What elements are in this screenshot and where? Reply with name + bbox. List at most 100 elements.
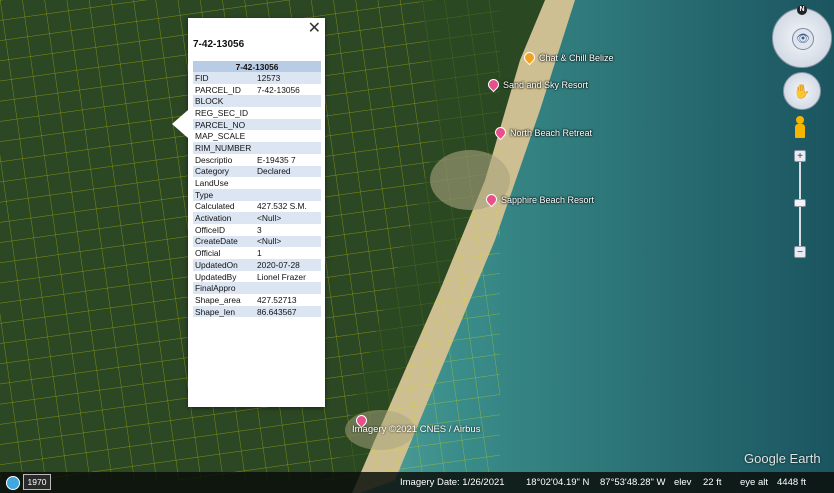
attribute-key: Shape_area xyxy=(195,294,241,305)
pink-pin-icon[interactable] xyxy=(485,76,502,93)
table-row: Category Declared xyxy=(193,165,321,178)
attribute-key: LandUse xyxy=(195,178,229,189)
parcel-info-popup: ✕ 7-42-13056 7-42-13056 FID 12573 PARCEL_I… xyxy=(172,18,325,407)
attribute-value: 1 xyxy=(257,248,262,259)
attribute-value xyxy=(255,95,321,108)
attribute-key: UpdatedOn xyxy=(193,259,255,271)
table-header: 7-42-13056 xyxy=(193,61,321,72)
zoom-slider[interactable]: + − xyxy=(794,150,806,258)
attribute-key: Shape_len xyxy=(193,305,255,318)
table-row: Descriptio E-19435 7 xyxy=(193,154,321,166)
attribute-value xyxy=(255,107,321,119)
table-row: PARCEL_NO xyxy=(193,118,321,131)
table-row: OfficeID 3 xyxy=(193,224,321,236)
attribute-value xyxy=(255,130,321,142)
pink-pin-icon[interactable] xyxy=(483,191,500,208)
attribute-key: Type xyxy=(193,188,255,201)
attribute-key: PARCEL_NO xyxy=(193,118,255,131)
attribute-value: 2020-07-28 xyxy=(255,259,321,271)
historical-imagery-icon[interactable] xyxy=(6,476,20,490)
place-marker[interactable]: Sand and Sky Resort xyxy=(485,76,588,93)
attribute-value: 7-42-13056 xyxy=(257,84,300,95)
popup-pointer xyxy=(172,110,188,138)
latitude: 18°02'04.19" N xyxy=(526,477,590,488)
longitude: 87°53'48.28" W xyxy=(600,477,666,488)
table-row: Activation <Null> xyxy=(193,212,321,224)
attribute-value: 427.532 S.M. xyxy=(257,201,307,212)
attribute-key: Descriptio xyxy=(195,154,233,165)
satellite-map[interactable] xyxy=(0,0,834,493)
attribute-key: OfficeID xyxy=(195,224,226,235)
pegman-icon[interactable] xyxy=(795,116,805,138)
table-row: Shape_len 86.643567 xyxy=(193,305,321,318)
attribute-value: Lionel Frazer xyxy=(257,271,306,282)
attribute-key: UpdatedBy xyxy=(195,271,237,282)
table-row: MAP_SCALE xyxy=(193,130,321,142)
google-earth-logo: Google Earth xyxy=(744,451,821,466)
place-marker[interactable]: Chat & Chill Belize xyxy=(521,49,614,66)
table-row: Shape_area 427.52713 xyxy=(193,294,321,306)
attribute-value: 427.52713 xyxy=(257,294,297,305)
attribute-value xyxy=(255,188,321,201)
attribute-key: REG_SEC_ID xyxy=(195,107,249,118)
zoom-in-button[interactable]: + xyxy=(794,150,806,162)
table-row: RIM_NUMBER xyxy=(193,142,321,154)
attribute-value xyxy=(255,282,321,295)
attribute-key: FID xyxy=(193,72,255,84)
attribute-value xyxy=(255,118,321,131)
imagery-date: Imagery Date: 1/26/2021 xyxy=(400,477,505,488)
place-marker[interactable]: Sapphire Beach Resort xyxy=(483,191,594,208)
eye-altitude: 4448 ft xyxy=(777,477,807,488)
pink-pin-icon[interactable] xyxy=(492,124,509,141)
attribute-key: Category xyxy=(193,165,255,178)
place-label[interactable]: Sapphire Beach Resort xyxy=(501,195,594,205)
elevation: 22 ft xyxy=(703,477,722,488)
popup-title: 7-42-13056 xyxy=(193,39,245,50)
table-row: Calculated 427.532 S.M. xyxy=(193,201,321,213)
table-row: FinalAppro xyxy=(193,282,321,295)
attribute-key: FinalAppro xyxy=(193,282,255,295)
attribute-value: 3 xyxy=(257,224,262,235)
eye-icon[interactable]: 👁 xyxy=(792,28,814,50)
attribute-value: Declared xyxy=(255,165,321,178)
table-row: BLOCK xyxy=(193,95,321,108)
attribute-key: BLOCK xyxy=(193,95,255,108)
table-row: Type xyxy=(193,188,321,201)
table-row: UpdatedOn 2020-07-28 xyxy=(193,259,321,271)
table-row: PARCEL_ID 7-42-13056 xyxy=(193,84,321,96)
look-control[interactable]: N 👁 xyxy=(772,5,832,68)
attribute-value: 86.643567 xyxy=(255,305,321,318)
attribute-value: 12573 xyxy=(255,72,321,84)
table-row: UpdatedBy Lionel Frazer xyxy=(193,271,321,283)
place-label[interactable]: Sand and Sky Resort xyxy=(503,80,588,90)
attribute-key: CreateDate xyxy=(193,235,255,248)
pegman-head xyxy=(796,116,804,124)
status-bar: Imagery Date: 1/26/2021 18°02'04.19" N 8… xyxy=(0,472,834,493)
attribute-key: RIM_NUMBER xyxy=(193,142,255,154)
place-label[interactable]: North Beach Retreat xyxy=(510,128,592,138)
attribute-key: PARCEL_ID xyxy=(195,84,241,95)
imagery-year[interactable]: 1970 xyxy=(23,474,51,490)
place-marker[interactable]: North Beach Retreat xyxy=(492,124,592,141)
table-row: REG_SEC_ID xyxy=(193,107,321,119)
table-row: LandUse xyxy=(193,177,321,189)
attribute-key: Official xyxy=(195,248,221,259)
eye-alt-label: eye alt xyxy=(740,477,768,488)
attribute-value: <Null> xyxy=(255,235,321,248)
hand-icon[interactable]: ✋ xyxy=(783,72,821,110)
attribute-value: <Null> xyxy=(255,212,321,224)
zoom-thumb[interactable] xyxy=(794,199,806,207)
pegman-body xyxy=(795,124,805,138)
attribute-value xyxy=(255,177,321,189)
attribute-key: MAP_SCALE xyxy=(195,131,246,142)
place-label[interactable]: Chat & Chill Belize xyxy=(539,53,614,63)
zoom-out-button[interactable]: − xyxy=(794,246,806,258)
attribute-value: E-19435 7 xyxy=(257,154,296,165)
close-icon[interactable]: ✕ xyxy=(308,20,321,38)
north-indicator[interactable]: N xyxy=(797,5,807,15)
attribute-key: Activation xyxy=(193,212,255,224)
table-row: FID 12573 xyxy=(193,72,321,84)
attribute-key: Calculated xyxy=(195,201,235,212)
orange-pin-icon[interactable] xyxy=(521,49,538,66)
elev-label: elev xyxy=(674,477,692,488)
